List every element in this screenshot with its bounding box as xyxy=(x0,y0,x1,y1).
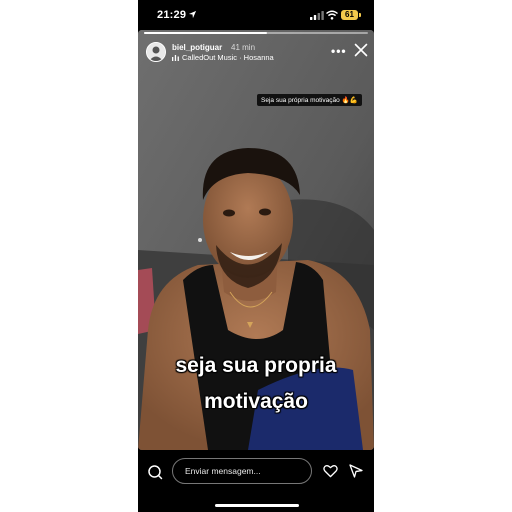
music-bars-icon xyxy=(172,55,179,61)
battery-icon: 61 xyxy=(341,10,358,20)
story-username[interactable]: biel_potiguar xyxy=(172,43,222,52)
home-indicator xyxy=(215,504,299,507)
heart-icon[interactable] xyxy=(323,464,338,478)
story-timestamp: 41 min xyxy=(231,43,256,52)
avatar[interactable] xyxy=(146,42,166,62)
status-time: 21:29 xyxy=(157,9,187,21)
camera-icon[interactable] xyxy=(147,464,163,480)
story-caption-line-1: seja sua propria xyxy=(175,354,337,377)
story-progress-bar xyxy=(144,32,368,34)
phone-screen: 21:29 61 biel_potiguar 41 min CalledOut … xyxy=(138,0,374,512)
more-icon[interactable]: ••• xyxy=(331,44,347,58)
status-bar: 21:29 61 xyxy=(138,0,374,30)
story-photo xyxy=(138,30,374,450)
story-music-label[interactable]: CalledOut Music · Hosanna xyxy=(182,53,274,62)
story-header: biel_potiguar 41 min CalledOut Music · H… xyxy=(138,36,374,66)
wifi-icon xyxy=(326,10,338,20)
story-caption-line-2: motivação xyxy=(204,390,308,413)
send-icon[interactable] xyxy=(349,464,363,478)
story-viewer[interactable]: biel_potiguar 41 min CalledOut Music · H… xyxy=(138,30,374,450)
reply-bar xyxy=(138,450,374,496)
close-icon[interactable] xyxy=(354,43,368,57)
story-progress-fill xyxy=(144,32,268,34)
story-text-sticker: Seja sua própria motivação 🔥💪 xyxy=(257,94,362,106)
location-arrow-icon xyxy=(188,10,197,19)
battery-tip xyxy=(359,13,361,17)
message-input[interactable] xyxy=(172,458,312,484)
signal-icon xyxy=(310,11,324,20)
